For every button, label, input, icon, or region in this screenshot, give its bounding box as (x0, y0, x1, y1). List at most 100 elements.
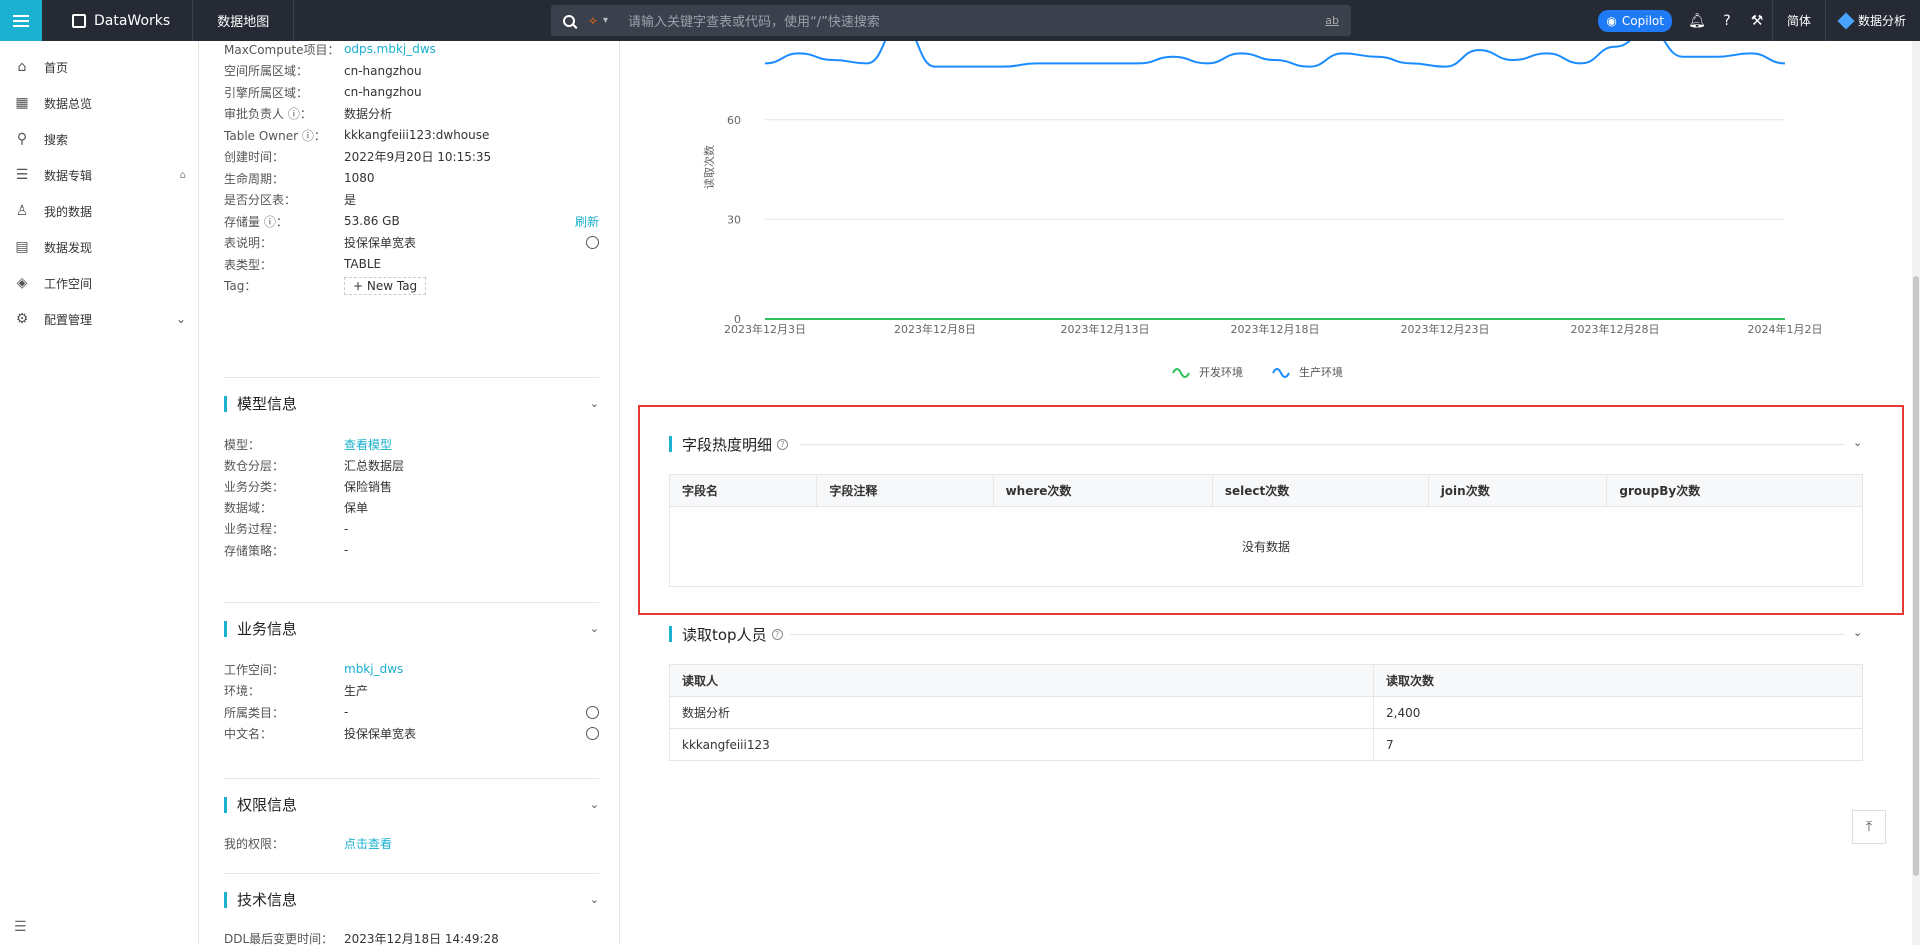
detail-key: 空间所属区域： (224, 64, 309, 78)
column-header[interactable]: where次数 (992, 474, 1213, 507)
detail-value[interactable]: 点击查看 (344, 835, 599, 852)
refresh-link[interactable]: 刷新 (575, 213, 599, 230)
detail-row: 表类型： TABLE (224, 254, 599, 274)
brand-name: DataWorks (94, 12, 171, 29)
sidebar-item-search[interactable]: ⚲ 搜索 (0, 121, 198, 157)
help-icon[interactable]: ? (777, 438, 789, 450)
column-header[interactable]: 读取人 (669, 664, 1374, 697)
detail-row: 创建时间： 2022年9月20日 10:15:35 (224, 147, 599, 167)
right-tools: ◉ Copilot 🔔︎ ? ⚒ 简体 数据分析 (1598, 0, 1920, 41)
detail-row: 存储策略： - (224, 540, 599, 560)
detail-value: - (344, 521, 349, 536)
column-header[interactable]: select次数 (1211, 474, 1429, 507)
detail-value[interactable]: mbkj_dws (344, 662, 599, 676)
scrollbar-thumb[interactable] (1913, 276, 1919, 876)
copilot-button[interactable]: ◉ Copilot (1598, 9, 1672, 32)
detail-value: 投保保单宽表 (344, 236, 417, 250)
help-icon[interactable]: ? (771, 628, 783, 640)
sidebar-item-discover[interactable]: ▤ 数据发现 (0, 229, 198, 265)
detail-row: 业务分类： 保险销售 (224, 476, 599, 496)
y-tick-label: 60 (727, 114, 741, 127)
sidebar-item-album[interactable]: ☰ 数据专辑 ⌂ (0, 157, 198, 193)
section-bar (224, 620, 227, 637)
read-count-chart: 03060读取次数2023年12月3日 2023年12月8日 2023年12月13日… (702, 41, 1823, 379)
brand[interactable]: DataWorks (42, 0, 194, 41)
chevron-down-icon[interactable]: ⌄ (176, 312, 186, 326)
global-search[interactable]: ⟡ ▾ 请输入关键字查表或代码，使用“/”快速搜索 ab (551, 5, 1351, 36)
table-cell: 2,400 (1373, 696, 1863, 729)
detail-key: 创建时间： (224, 150, 285, 164)
chevron-down-icon[interactable]: ⌄ (1853, 626, 1862, 639)
sidebar-item-home[interactable]: ⌂ 首页 (0, 49, 198, 85)
detail-row: 生命周期： 1080 (224, 168, 599, 188)
sidebar-item-workspace[interactable]: ◈ 工作空间 (0, 265, 198, 301)
edit-icon[interactable] (586, 705, 599, 719)
new-tag-button[interactable]: + New Tag (344, 276, 427, 295)
detail-key: MaxCompute项目： (224, 42, 340, 57)
detail-row: Table Owner ⓘ： kkkangfeiii123:dwhouse (224, 125, 599, 145)
detail-row: 环境： 生产 (224, 681, 599, 701)
chevron-down-icon[interactable]: ⌄ (590, 798, 599, 811)
case-toggle-icon[interactable]: ab (1325, 14, 1339, 27)
bell-icon[interactable]: 🔔︎ (1682, 13, 1712, 29)
module-title[interactable]: 数据地图 (193, 0, 295, 41)
detail-key: 中文名： (224, 727, 273, 741)
detail-row: MaxCompute项目： odps.mbkj_dws (224, 41, 599, 59)
divider (800, 444, 1845, 445)
detail-key: Table Owner ⓘ： (224, 128, 326, 143)
home-icon: ⌂ (17, 59, 27, 75)
column-header[interactable]: 字段注释 (816, 474, 994, 507)
collapse-sidebar-icon[interactable]: ☰ (14, 919, 27, 935)
grid-icon: ▦ (15, 95, 29, 111)
column-header[interactable]: 字段名 (668, 474, 818, 507)
user-icon: ♙ (15, 203, 29, 219)
user-name: 数据分析 (1857, 14, 1906, 28)
discover-icon: ▤ (15, 239, 29, 255)
wrench-icon[interactable]: ⚒ (1742, 13, 1772, 29)
edit-icon[interactable] (586, 727, 599, 740)
detail-row: 工作空间： mbkj_dws (224, 659, 599, 679)
scrollbar[interactable] (1912, 41, 1920, 945)
top-bar: DataWorks 数据地图 ⟡ ▾ 请输入关键字查表或代码，使用“/”快速搜索… (0, 0, 1920, 41)
menu-icon[interactable] (0, 0, 42, 41)
section-title: 字段热度明细 (682, 435, 773, 454)
sidebar-item-config[interactable]: ⚙ 配置管理 ⌄ (0, 301, 198, 337)
search-input[interactable]: 请输入关键字查表或代码，使用“/”快速搜索 (628, 11, 1325, 30)
detail-key: 业务分类： (224, 479, 285, 494)
chevron-down-icon[interactable]: ⌄ (1853, 436, 1862, 449)
chevron-down-icon[interactable]: ⌄ (590, 397, 599, 410)
sidebar-item-label: 首页 (44, 60, 69, 75)
column-header[interactable]: groupBy次数 (1606, 474, 1863, 507)
column-header[interactable]: join次数 (1427, 474, 1608, 507)
x-tick-label: 2023年12月28日 (1571, 322, 1660, 336)
column-header[interactable]: 读取次数 (1373, 664, 1863, 697)
search-icon (563, 14, 575, 27)
detail-key: 模型： (224, 437, 261, 452)
sidebar-item-overview[interactable]: ▦ 数据总览 (0, 85, 198, 121)
sidebar-item-label: 工作空间 (44, 276, 93, 291)
sidebar-item-mydata[interactable]: ♙ 我的数据 (0, 193, 198, 229)
section-model[interactable]: 模型信息 ⌄ (224, 377, 599, 419)
language-switch[interactable]: 简体 (1771, 0, 1825, 41)
edit-icon[interactable] (586, 236, 599, 249)
chevron-down-icon[interactable]: ⌄ (590, 622, 599, 635)
chevron-down-icon[interactable]: ▾ (603, 15, 608, 26)
detail-key: 业务过程： (224, 522, 285, 537)
search-scope[interactable]: ⟡ (589, 13, 597, 28)
detail-key: 表类型： (224, 257, 273, 272)
section-permission[interactable]: 权限信息 ⌄ (224, 778, 599, 820)
table-row: kkkangfeiii123 7 (669, 728, 1863, 761)
back-to-top-button[interactable]: ⤒ (1852, 810, 1886, 844)
detail-row: Tag： + New Tag (224, 276, 599, 296)
section-tech[interactable]: 技术信息 ⌄ (224, 873, 599, 915)
section-business[interactable]: 业务信息 ⌄ (224, 602, 599, 644)
detail-row: 所属类目： - (224, 702, 599, 722)
user-menu[interactable]: 数据分析 (1824, 0, 1920, 41)
detail-value[interactable]: odps.mbkj_dws (344, 42, 599, 56)
help-icon[interactable]: ? (1712, 13, 1742, 29)
detail-value[interactable]: 查看模型 (344, 436, 599, 453)
chevron-down-icon[interactable]: ⌄ (590, 893, 599, 906)
dataworks-logo-icon (72, 13, 86, 28)
user-diamond-icon (1837, 12, 1855, 29)
layers-icon: ◈ (16, 275, 28, 291)
